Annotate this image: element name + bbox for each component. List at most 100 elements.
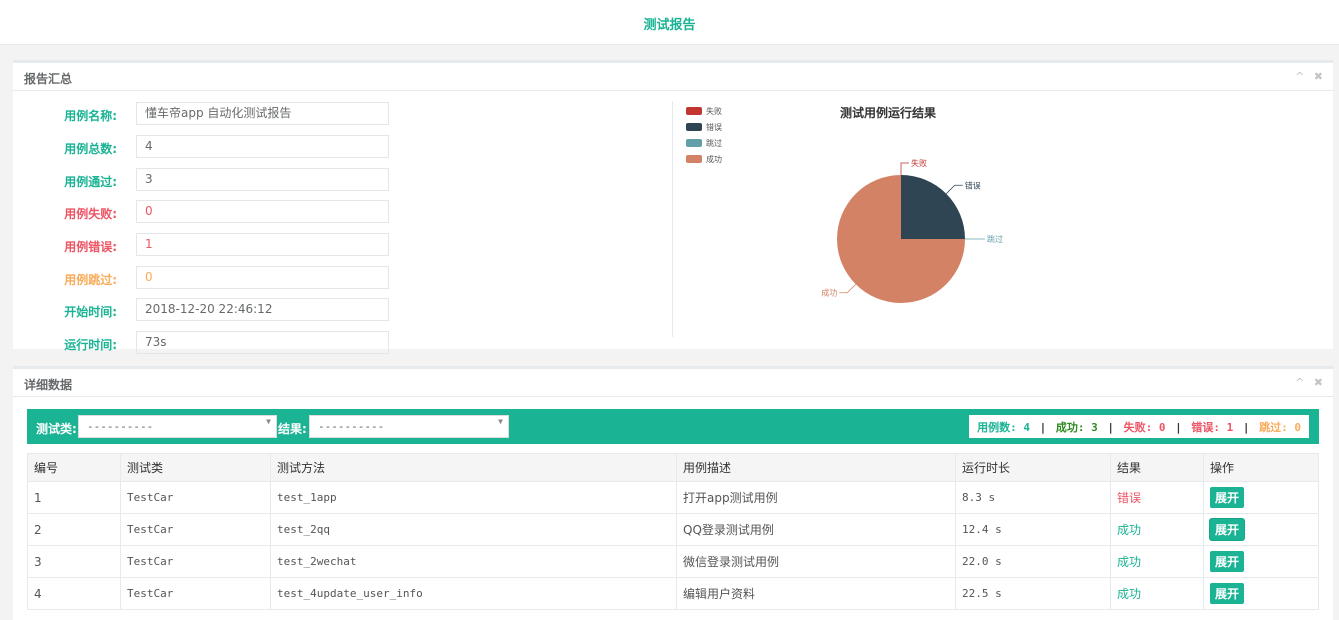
field-label: 用例错误:: [64, 240, 117, 254]
stat-separator: |: [1242, 421, 1250, 434]
chevron-down-icon: ▼: [498, 417, 503, 426]
field-row-failed: 用例失败: 0: [13, 200, 413, 223]
start-time-field[interactable]: 2018-12-20 22:46:12: [136, 298, 389, 321]
column-header[interactable]: 用例描述: [676, 453, 956, 482]
pie-label-1: 错误: [965, 180, 981, 190]
chevron-down-icon: ▼: [266, 417, 271, 426]
stat-separator: |: [1039, 421, 1047, 434]
stats-summary: 用例数: 4 | 成功: 3 | 失败: 0 | 错误: 1 | 跳过: 0: [969, 415, 1309, 438]
row-result: 错误: [1110, 481, 1204, 514]
expand-button[interactable]: 展开: [1210, 551, 1245, 572]
page-title: 测试报告: [643, 18, 696, 33]
field-row-passed: 用例通过: 3: [13, 168, 413, 191]
class-filter-select[interactable]: ---------- ▼: [78, 415, 277, 438]
row-action-cell: 展开: [1203, 513, 1319, 546]
row-result: 成功: [1110, 545, 1204, 578]
table-row: 1 TestCar test_1app 打开app测试用例 8.3 s 错误 展…: [27, 481, 1319, 514]
row-description: 打开app测试用例: [676, 481, 956, 514]
row-duration: 8.3 s: [955, 481, 1111, 514]
stat-fail: 失败: 0: [1123, 421, 1166, 434]
filter-bar: 测试类: ---------- ▼ 结果: ---------- ▼ 用例数: …: [27, 409, 1319, 444]
collapse-icon[interactable]: ^: [1295, 376, 1304, 389]
legend-swatch: [686, 107, 702, 115]
chart-legend: 失败 错误 跳过 成功: [686, 103, 722, 167]
pie-label-0: 失败: [911, 158, 927, 168]
legend-item-success[interactable]: 成功: [686, 151, 722, 167]
row-class: TestCar: [120, 513, 271, 546]
legend-item-skip[interactable]: 跳过: [686, 135, 722, 151]
pie-label-line-1: [945, 184, 963, 195]
expand-button[interactable]: 展开: [1210, 519, 1245, 540]
field-row-error: 用例错误: 1: [13, 233, 413, 256]
row-description: 微信登录测试用例: [676, 545, 956, 578]
pie-label-3: 成功: [821, 288, 837, 298]
pie-label-line-0: [900, 162, 909, 175]
field-label: 运行时间:: [64, 338, 117, 352]
case-passed-field[interactable]: 3: [136, 168, 389, 191]
table-row: 4 TestCar test_4update_user_info 编辑用户资料 …: [27, 577, 1319, 610]
case-total-field[interactable]: 4: [136, 135, 389, 158]
row-action-cell: 展开: [1203, 481, 1319, 514]
case-error-field[interactable]: 1: [136, 233, 389, 256]
row-result: 成功: [1110, 513, 1204, 546]
case-name-field[interactable]: 懂车帝app 自动化测试报告: [136, 102, 389, 125]
close-icon[interactable]: ✖: [1314, 376, 1323, 389]
row-action-cell: 展开: [1203, 545, 1319, 578]
summary-panel-title: 报告汇总: [24, 72, 73, 86]
legend-item-error[interactable]: 错误: [686, 119, 722, 135]
details-panel: 详细数据 ^ ✖ 测试类: ---------- ▼ 结果: ---------…: [13, 366, 1333, 620]
row-method: test_1app: [270, 481, 677, 514]
column-header[interactable]: 结果: [1110, 453, 1204, 482]
row-id: 3: [27, 545, 121, 578]
class-filter-value: ----------: [87, 420, 154, 433]
pie-label-line-3: [839, 283, 857, 294]
field-label: 用例名称:: [64, 109, 117, 123]
row-method: test_4update_user_info: [270, 577, 677, 610]
column-header[interactable]: 测试方法: [270, 453, 677, 482]
case-skipped-field[interactable]: 0: [136, 266, 389, 289]
row-class: TestCar: [120, 545, 271, 578]
case-failed-field[interactable]: 0: [136, 200, 389, 223]
vertical-divider: [672, 101, 673, 337]
legend-swatch: [686, 139, 702, 147]
row-description: QQ登录测试用例: [676, 513, 956, 546]
field-label: 用例失败:: [64, 207, 117, 221]
collapse-icon[interactable]: ^: [1295, 70, 1304, 83]
row-duration: 12.4 s: [955, 513, 1111, 546]
summary-panel-tools: ^ ✖: [1289, 70, 1323, 83]
legend-item-fail[interactable]: 失败: [686, 103, 722, 119]
result-filter-value: ----------: [318, 420, 385, 433]
column-header[interactable]: 运行时长: [955, 453, 1111, 482]
field-label: 开始时间:: [64, 305, 117, 319]
row-method: test_2qq: [270, 513, 677, 546]
field-row-run-time: 运行时间: 73s: [13, 331, 413, 354]
chart-title: 测试用例运行结果: [839, 106, 936, 120]
expand-button[interactable]: 展开: [1210, 583, 1245, 604]
row-action-cell: 展开: [1203, 577, 1319, 610]
column-header[interactable]: 测试类: [120, 453, 271, 482]
top-bar: 测试报告: [0, 0, 1339, 45]
row-method: test_2wechat: [270, 545, 677, 578]
expand-button[interactable]: 展开: [1210, 487, 1245, 508]
row-id: 2: [27, 513, 121, 546]
result-filter-select[interactable]: ---------- ▼: [309, 415, 509, 438]
column-header[interactable]: 操作: [1203, 453, 1319, 482]
table-row: 2 TestCar test_2qq QQ登录测试用例 12.4 s 成功 展开: [27, 513, 1319, 546]
details-panel-tools: ^ ✖: [1289, 376, 1323, 389]
pie-slice-1[interactable]: [901, 175, 965, 239]
stat-success: 成功: 3: [1055, 421, 1098, 434]
row-class: TestCar: [120, 577, 271, 610]
legend-label: 成功: [706, 154, 722, 164]
row-description: 编辑用户资料: [676, 577, 956, 610]
row-duration: 22.5 s: [955, 577, 1111, 610]
close-icon[interactable]: ✖: [1314, 70, 1323, 83]
summary-panel-header: 报告汇总 ^ ✖: [13, 63, 1333, 91]
field-row-name: 用例名称: 懂车帝app 自动化测试报告: [13, 102, 413, 125]
details-panel-header: 详细数据 ^ ✖: [13, 369, 1333, 397]
column-header[interactable]: 编号: [27, 453, 121, 482]
stat-total: 用例数: 4: [977, 421, 1030, 434]
row-id: 4: [27, 577, 121, 610]
result-filter-label: 结果:: [278, 422, 307, 436]
run-time-field[interactable]: 73s: [136, 331, 389, 354]
summary-panel: 报告汇总 ^ ✖ 用例名称: 懂车帝app 自动化测试报告 用例总数: 4 用例…: [13, 60, 1333, 354]
